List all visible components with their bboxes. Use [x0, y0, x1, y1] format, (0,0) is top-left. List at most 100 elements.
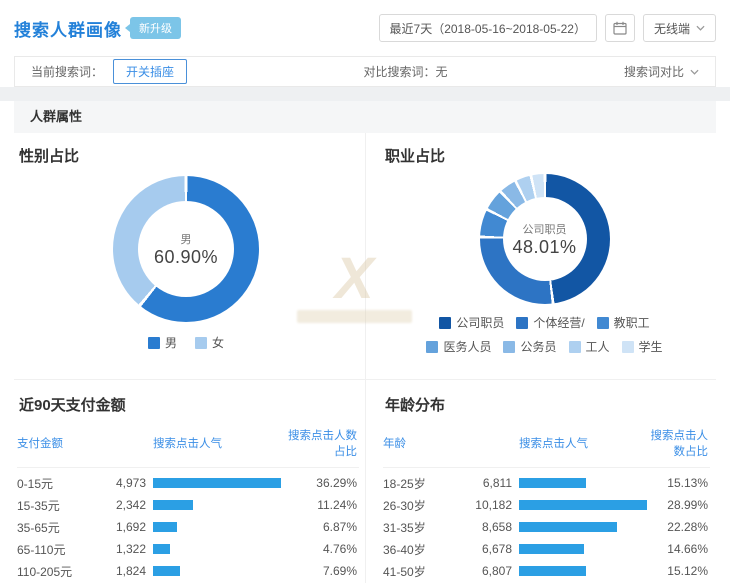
divider-strip [0, 87, 730, 101]
age-table-panel: 年龄分布 年龄 搜索点击人气 搜索点击人数占比 18-25岁6,81115.13… [365, 380, 716, 583]
table-row: 26-30岁10,182 28.99% [383, 494, 710, 516]
bar-track [153, 478, 281, 488]
bar-fill [153, 566, 180, 576]
gender-panel: 性别占比 男 60.90% 男女 [14, 133, 365, 379]
legend-swatch-icon [622, 341, 634, 353]
age-table-title: 年龄分布 [383, 394, 710, 415]
table-row: 110-205元1,824 7.69% [17, 560, 359, 582]
column-header: 搜索点击人数占比 [281, 427, 359, 459]
legend-item: 医务人员 [426, 338, 491, 355]
legend-item: 公务员 [503, 338, 556, 355]
table-row: 36-40岁6,67814.66% [383, 538, 710, 560]
bar-track [519, 500, 647, 510]
occupation-center-label: 公司职员 [523, 221, 567, 237]
bar-fill [153, 544, 170, 554]
gender-center-label: 男 [181, 231, 192, 247]
row-value: 10,182 [471, 498, 519, 512]
row-label: 110-205元 [17, 563, 105, 580]
table-row: 35-65元1,6926.87% [17, 516, 359, 538]
legend-label: 学生 [639, 338, 663, 355]
row-value: 1,824 [105, 564, 153, 578]
bar-track [519, 566, 647, 576]
row-percent: 36.29% [281, 476, 359, 490]
upgrade-badge: 新升级 [130, 17, 181, 39]
table-row: 18-25岁6,81115.13% [383, 472, 710, 494]
occupation-panel: 职业占比 公司职员 48.01% 公司职员个体经营/教职工医务人员公务员工人学生 [365, 133, 716, 379]
legend-swatch-icon [503, 341, 515, 353]
bar-track [153, 566, 281, 576]
row-percent: 7.69% [281, 564, 359, 578]
row-percent: 22.28% [647, 520, 710, 534]
donut-charts-row: 性别占比 男 60.90% 男女 职业占比 公司职员 48.01% 公司职员个体… [14, 133, 716, 380]
legend-item: 工人 [569, 338, 610, 355]
row-label: 65-110元 [17, 541, 105, 558]
bar-fill [519, 566, 586, 576]
payment-table-title: 近90天支付金额 [17, 394, 359, 415]
bar-track [153, 500, 281, 510]
legend-swatch-icon [195, 337, 207, 349]
row-label: 31-35岁 [383, 519, 471, 536]
legend-label: 公司职员 [456, 314, 504, 331]
row-value: 8,658 [471, 520, 519, 534]
legend-label: 个体经营/ [533, 314, 584, 331]
row-label: 41-50岁 [383, 563, 471, 580]
legend-item: 男 [148, 334, 177, 351]
payment-table-body: 0-15元4,97336.29%15-35元2,34211.24%35-65元1… [17, 472, 359, 583]
column-header: 年龄 [383, 435, 471, 451]
legend-swatch-icon [516, 317, 528, 329]
row-value: 6,807 [471, 564, 519, 578]
current-keyword-label: 当前搜索词： [31, 63, 103, 80]
date-range-button[interactable]: 最近7天（2018-05-16~2018-05-22） [379, 14, 597, 42]
gender-chart-title: 性别占比 [17, 145, 355, 166]
legend-label: 女 [212, 334, 224, 351]
bar-fill [519, 478, 586, 488]
occupation-donut-center: 公司职员 48.01% [503, 197, 587, 281]
table-row: 31-35岁8,658 22.28% [383, 516, 710, 538]
row-value: 6,678 [471, 542, 519, 556]
occupation-legend: 公司职员 个体经营/教职工医务人员公务员工人 学生 [420, 314, 670, 355]
row-percent: 15.13% [647, 476, 710, 490]
row-label: 26-30岁 [383, 497, 471, 514]
bar-fill [153, 500, 193, 510]
row-value: 1,322 [105, 542, 153, 556]
channel-label: 无线端 [654, 20, 690, 37]
table-row: 65-110元1,3224.76% [17, 538, 359, 560]
table-row: 15-35元2,34211.24% [17, 494, 359, 516]
calendar-button[interactable] [605, 14, 635, 42]
chevron-down-icon [690, 69, 699, 75]
bar-track [519, 478, 647, 488]
legend-swatch-icon [426, 341, 438, 353]
row-percent: 14.66% [647, 542, 710, 556]
age-table-header: 年龄 搜索点击人气 搜索点击人数占比 [383, 427, 710, 468]
current-keyword-group: 当前搜索词： 开关插座 [31, 59, 187, 84]
tables-row: 近90天支付金额 支付金额 搜索点击人气 搜索点击人数占比 0-15元4,973… [14, 380, 716, 583]
bar-track [153, 544, 281, 554]
date-range-label: 最近7天（2018-05-16~2018-05-22） [390, 20, 586, 37]
payment-table-panel: 近90天支付金额 支付金额 搜索点击人气 搜索点击人数占比 0-15元4,973… [14, 380, 365, 583]
compare-keyword-text: 对比搜索词：无 [364, 63, 448, 80]
keyword-compare-button[interactable]: 搜索词对比 [624, 63, 699, 80]
row-value: 2,342 [105, 498, 153, 512]
column-header: 支付金额 [17, 435, 105, 451]
legend-swatch-icon [569, 341, 581, 353]
keyword-compare-label: 搜索词对比 [624, 63, 684, 80]
column-header: 搜索点击人气 [153, 435, 281, 451]
legend-item: 个体经营/ [516, 314, 584, 331]
legend-item: 教职工 [597, 314, 650, 331]
row-label: 35-65元 [17, 519, 105, 536]
legend-swatch-icon [148, 337, 160, 349]
gender-donut-chart: 男 60.90% [113, 176, 259, 322]
gender-center-value: 60.90% [154, 247, 218, 268]
row-percent: 28.99% [647, 498, 710, 512]
row-percent: 11.24% [281, 498, 359, 512]
row-value: 4,973 [105, 476, 153, 490]
table-row: 41-50岁6,80715.12% [383, 560, 710, 582]
channel-dropdown[interactable]: 无线端 [643, 14, 716, 42]
table-row: 0-15元4,97336.29% [17, 472, 359, 494]
bar-track [153, 522, 281, 532]
row-label: 18-25岁 [383, 475, 471, 492]
current-keyword-button[interactable]: 开关插座 [113, 59, 187, 84]
legend-label: 医务人员 [443, 338, 491, 355]
bar-fill [519, 544, 584, 554]
occupation-center-value: 48.01% [512, 237, 576, 258]
